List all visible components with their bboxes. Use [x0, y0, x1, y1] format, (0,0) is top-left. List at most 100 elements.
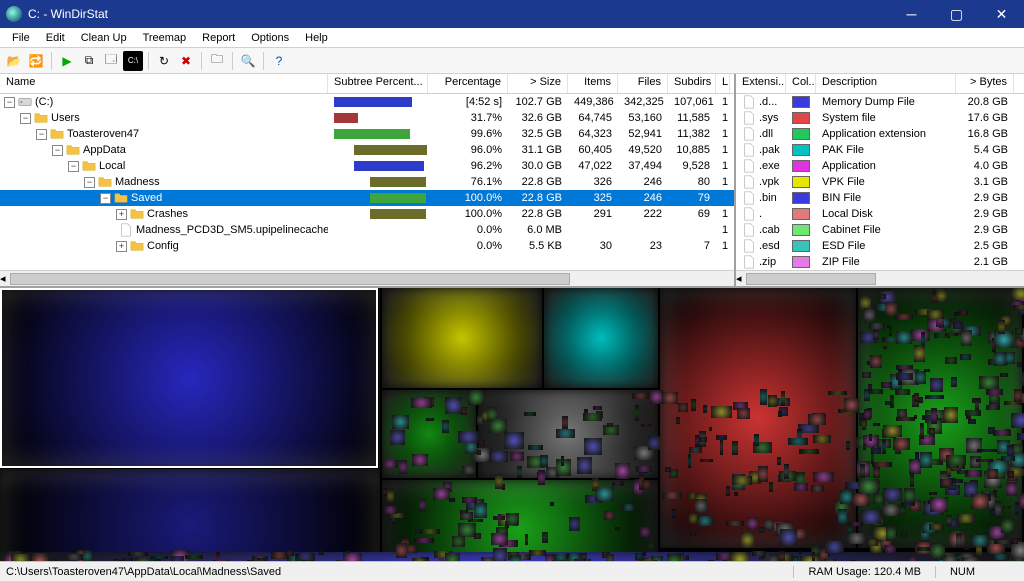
treemap-block[interactable]: [908, 556, 917, 561]
treemap-block[interactable]: [399, 460, 407, 473]
treemap-block[interactable]: [813, 472, 834, 481]
treemap-block[interactable]: [895, 314, 914, 320]
treemap-block[interactable]: [506, 513, 518, 525]
treemap-block[interactable]: [411, 398, 431, 408]
treemap-block[interactable]: [556, 429, 575, 438]
treemap-block[interactable]: [716, 435, 727, 440]
col-subdirs[interactable]: Subdirs: [668, 74, 716, 93]
treemap-block[interactable]: [758, 466, 767, 482]
expander-icon[interactable]: −: [100, 193, 111, 204]
treemap-block[interactable]: [460, 510, 468, 513]
treemap-block[interactable]: [641, 424, 651, 427]
treemap-block[interactable]: [709, 427, 713, 432]
treemap-block[interactable]: [113, 559, 117, 561]
treemap-block[interactable]: [838, 509, 847, 525]
treemap-block[interactable]: [901, 532, 907, 536]
ext-row[interactable]: .vpkVPK File3.1 GB: [736, 174, 1024, 190]
treemap-block[interactable]: [1001, 519, 1014, 533]
treemap-block[interactable]: [1014, 389, 1022, 402]
treemap-block[interactable]: [510, 452, 524, 461]
treemap-block[interactable]: [828, 391, 847, 395]
treemap-block[interactable]: [1020, 493, 1024, 509]
treemap-block[interactable]: [1015, 328, 1023, 335]
treemap-block[interactable]: [784, 464, 788, 479]
treemap-block[interactable]: [295, 554, 298, 561]
treemap-block[interactable]: [474, 503, 487, 517]
treemap-block[interactable]: [976, 459, 993, 462]
tree-row[interactable]: −Madness76.1%22.8 GB326246801: [0, 174, 734, 190]
treemap-block[interactable]: [747, 517, 758, 530]
treemap-block[interactable]: [458, 431, 479, 443]
treemap-block[interactable]: [778, 411, 781, 417]
treemap-block[interactable]: [904, 488, 915, 503]
treemap-block[interactable]: [621, 481, 624, 485]
treemap-block[interactable]: [604, 511, 615, 520]
treemap-block[interactable]: [542, 532, 548, 543]
treemap-block[interactable]: [847, 533, 866, 544]
treemap-block[interactable]: [566, 554, 569, 558]
treemap-block[interactable]: [606, 554, 614, 561]
treemap-block[interactable]: [861, 510, 880, 524]
treemap-block[interactable]: [885, 401, 892, 405]
empty-icon[interactable]: 🗀: [207, 51, 227, 71]
close-button[interactable]: ✕: [979, 0, 1024, 28]
treemap-block[interactable]: [920, 452, 932, 468]
minimize-button[interactable]: ─: [889, 0, 934, 28]
treemap-block[interactable]: [1017, 362, 1022, 367]
treemap-block[interactable]: [562, 416, 568, 428]
treemap-block[interactable]: [864, 308, 875, 322]
treemap-block[interactable]: [885, 302, 897, 316]
treemap-block[interactable]: [387, 489, 394, 503]
tree-row[interactable]: −Users31.7%32.6 GB64,74553,16011,5851: [0, 110, 734, 126]
cmd-icon[interactable]: C:\: [123, 51, 143, 71]
treemap-block[interactable]: [844, 398, 859, 412]
tree-row[interactable]: +Crashes100.0%22.8 GB291222691: [0, 206, 734, 222]
treemap-block[interactable]: [489, 451, 508, 463]
treemap-block[interactable]: [929, 524, 945, 530]
treemap-block[interactable]: [640, 560, 656, 561]
treemap-block[interactable]: [462, 497, 478, 503]
treemap-block[interactable]: [860, 464, 865, 477]
treemap-block[interactable]: [426, 418, 434, 421]
treemap-block[interactable]: [846, 441, 850, 450]
treemap-block[interactable]: [971, 494, 989, 510]
ext-row[interactable]: .zipZIP File2.1 GB: [736, 254, 1024, 270]
treemap-block[interactable]: [730, 552, 750, 561]
tree-row[interactable]: Madness_PCD3D_SM5.upipelinecache0.0%6.0 …: [0, 222, 734, 238]
treemap-block[interactable]: [869, 323, 884, 329]
treemap-block[interactable]: [734, 492, 738, 496]
treemap-block[interactable]: [793, 556, 799, 561]
treemap-block[interactable]: [871, 448, 881, 454]
treemap-block[interactable]: [574, 559, 586, 561]
treemap-block[interactable]: [956, 533, 961, 548]
treemap-block[interactable]: [1008, 471, 1014, 478]
treemap-block[interactable]: [852, 493, 869, 506]
treemap-block[interactable]: [946, 515, 952, 526]
treemap-block[interactable]: [924, 369, 930, 373]
treemap-block[interactable]: [151, 556, 168, 560]
tree-row[interactable]: −Saved100.0%22.8 GB32524679: [0, 190, 734, 206]
treemap-block[interactable]: [1011, 542, 1024, 559]
treemap-block[interactable]: [873, 423, 880, 426]
treemap-block[interactable]: [632, 393, 648, 399]
treemap-block[interactable]: [517, 466, 523, 478]
treemap-block[interactable]: [584, 438, 602, 455]
treemap-block[interactable]: [1017, 433, 1024, 440]
treemap-block[interactable]: [442, 420, 448, 434]
treemap-block[interactable]: [943, 555, 957, 561]
treemap-block[interactable]: [968, 419, 976, 424]
treemap-block[interactable]: [474, 533, 481, 539]
treemap-block[interactable]: [889, 327, 892, 336]
treemap-block[interactable]: [872, 462, 892, 467]
treemap-block[interactable]: [699, 437, 708, 442]
treemap-block[interactable]: [493, 548, 506, 561]
treemap-block[interactable]: [799, 551, 802, 554]
treemap-block[interactable]: [764, 519, 774, 530]
treemap-block[interactable]: [247, 560, 252, 561]
treemap-block[interactable]: [660, 288, 856, 548]
treemap-block[interactable]: [128, 552, 148, 556]
ext-row[interactable]: .cabCabinet File2.9 GB: [736, 222, 1024, 238]
treemap-block[interactable]: [936, 290, 947, 301]
treemap-block[interactable]: [700, 459, 713, 462]
treemap-block[interactable]: [881, 382, 891, 388]
